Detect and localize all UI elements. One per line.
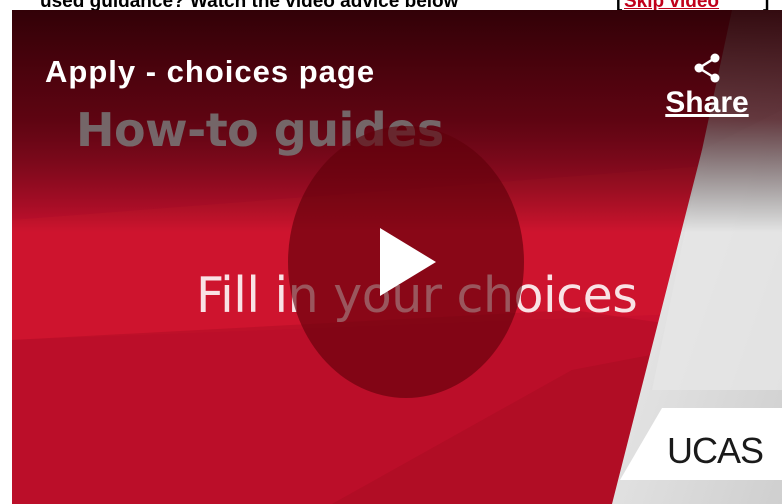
share-button[interactable]: Share (657, 52, 757, 130)
play-icon (380, 228, 436, 296)
share-label: Share (665, 86, 749, 119)
share-icon (694, 53, 720, 83)
play-button[interactable] (288, 126, 524, 398)
ucas-logo: UCAS (667, 430, 764, 471)
video-title[interactable]: Apply - choices page (45, 54, 375, 90)
video-player[interactable]: Apply - choices page Share How-to guides… (12, 10, 782, 504)
